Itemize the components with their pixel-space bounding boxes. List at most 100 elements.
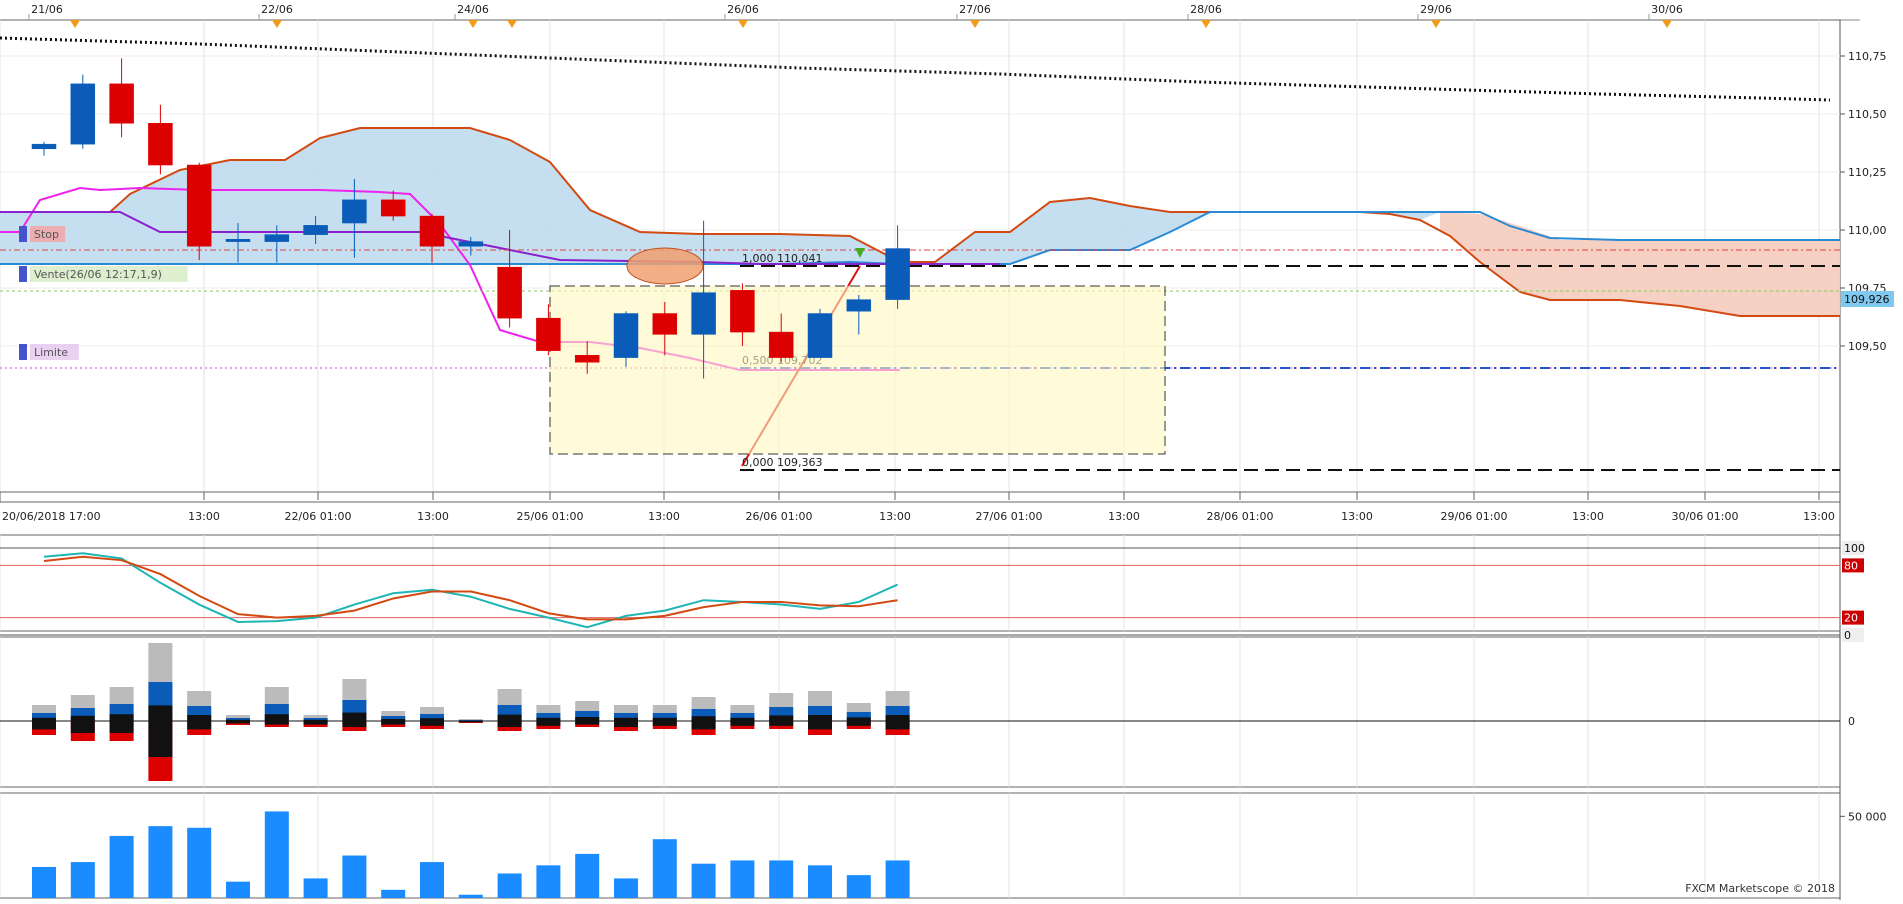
candle-body	[613, 313, 639, 358]
histogram-bar-core	[575, 717, 600, 725]
candle-body	[70, 83, 96, 145]
stop-order-label: Stop	[34, 228, 59, 241]
volume-axis-label: 50 000	[1848, 810, 1887, 823]
time-axis-label: 13:00	[188, 510, 220, 523]
volume-bar	[458, 894, 483, 898]
volume-bar	[187, 827, 212, 898]
date-marker-label: 30/06	[1651, 3, 1683, 16]
volume-bar	[32, 866, 56, 898]
histogram-bar-core	[109, 714, 134, 733]
candle-body	[109, 83, 134, 124]
copyright-label: FXCM Marketscope © 2018	[1685, 882, 1835, 895]
candle-body	[186, 164, 212, 247]
histogram-bar-core	[264, 714, 289, 725]
time-axis-label: 22/06 01:00	[285, 510, 352, 523]
volume-bar	[652, 839, 677, 898]
highlight-ellipse	[626, 247, 704, 285]
candle-body	[264, 234, 290, 242]
event-marker-icon	[272, 20, 282, 28]
candle-body	[225, 239, 251, 242]
histogram-bar-core	[187, 715, 212, 730]
candle-body	[342, 199, 367, 224]
volume-bar	[264, 811, 289, 898]
ichimoku-cloud-bull	[0, 128, 1440, 264]
moving-average-line	[0, 36, 1831, 102]
candle-body	[380, 199, 406, 217]
candle-body	[303, 225, 328, 235]
candle-body	[574, 355, 600, 363]
price-axis-label: 109,50	[1848, 340, 1887, 353]
volume-bar	[148, 826, 173, 898]
event-marker-icon	[468, 20, 478, 28]
volume-bar	[575, 853, 600, 898]
candle-body	[458, 241, 484, 247]
time-axis-label: 13:00	[648, 510, 680, 523]
limit-order-label: Limite	[34, 346, 68, 359]
event-marker-icon	[70, 20, 80, 28]
candle-body	[846, 299, 872, 312]
histogram-bar-core	[70, 715, 95, 733]
volume-bar	[730, 860, 755, 898]
candle-body	[730, 290, 755, 333]
candle-body	[148, 123, 173, 166]
stochastic-d-line	[43, 555, 898, 621]
event-marker-icon	[1431, 20, 1441, 28]
fib-label-top: 1,000 110,041	[742, 252, 822, 265]
volume-bar	[381, 889, 406, 898]
stoch-level-label: 0	[1844, 629, 1851, 642]
event-marker-icon	[970, 20, 980, 28]
histogram-bar-core	[497, 714, 522, 727]
candle-body	[497, 266, 522, 319]
time-axis-label: 20/06/2018 17:00	[2, 510, 101, 523]
stochastic-k-line	[43, 552, 899, 629]
candle-body	[31, 143, 57, 150]
date-marker-label: 29/06	[1420, 3, 1452, 16]
time-axis-label: 13:00	[1572, 510, 1604, 523]
volume-bar	[226, 881, 250, 898]
volume-bar	[846, 875, 871, 898]
time-axis-label: 27/06 01:00	[976, 510, 1043, 523]
histogram-bar-core	[381, 719, 406, 725]
ichimoku-cloud-bear	[1440, 212, 1840, 316]
sell-order-label: Vente(26/06 12:17,1,9)	[34, 268, 162, 281]
histogram-bar-core	[148, 705, 173, 757]
histogram-bar-core	[342, 712, 367, 727]
sell-order-handle[interactable]	[19, 266, 27, 282]
date-marker-label: 24/06	[457, 3, 489, 16]
event-marker-icon	[738, 20, 748, 28]
candle-body	[419, 215, 445, 247]
candle-body	[768, 331, 794, 358]
histogram-bar-core	[691, 716, 716, 730]
event-marker-icon	[507, 20, 517, 28]
histogram-bar-core	[458, 720, 483, 723]
fib-label-bottom: 0,000 109,363	[742, 456, 822, 469]
chart-canvas[interactable]: 20/06/2018 17:00 13:00 22/06 01:00 13:00 25/…	[0, 0, 1903, 900]
stoch-level-label: 20	[1844, 612, 1858, 625]
stop-order-handle[interactable]	[19, 226, 27, 242]
histogram-bar-core	[846, 717, 871, 726]
limit-order-handle[interactable]	[19, 344, 27, 360]
date-marker-label: 28/06	[1190, 3, 1222, 16]
candle-body	[885, 248, 910, 300]
volume-bar	[769, 860, 794, 898]
histogram-bar-core	[885, 715, 910, 730]
current-price-label: 109,926	[1844, 293, 1890, 306]
histogram-bar-core	[536, 717, 561, 726]
trading-chart-window: 20/06/2018 17:00 13:00 22/06 01:00 13:00 25/…	[0, 0, 1903, 900]
volume-bar	[303, 878, 328, 898]
histogram-bar-core	[730, 717, 755, 726]
volume-bar	[808, 865, 832, 898]
date-marker-label: 21/06	[31, 3, 63, 16]
time-axis-label: 13:00	[1803, 510, 1835, 523]
time-axis-label: 13:00	[879, 510, 911, 523]
event-marker-icon	[1201, 20, 1211, 28]
time-axis-label: 25/06 01:00	[517, 510, 584, 523]
time-axis-label: 26/06 01:00	[746, 510, 813, 523]
histogram-bar-core	[614, 717, 638, 727]
histogram-zero-label: 0	[1848, 715, 1855, 728]
time-axis-label: 13:00	[417, 510, 449, 523]
histogram-bar-core	[226, 719, 250, 724]
price-axis-label: 110,50	[1848, 108, 1887, 121]
histogram-bar-core	[652, 717, 677, 726]
histogram-bar-core	[420, 718, 444, 726]
